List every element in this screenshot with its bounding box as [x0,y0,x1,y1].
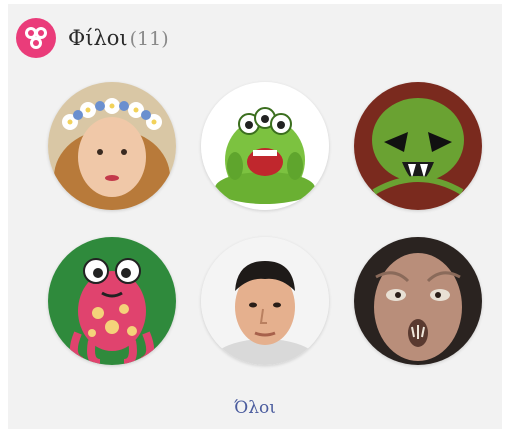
title-text: Φίλοι [68,26,128,50]
friend-avatar-2[interactable] [201,82,329,210]
friend-avatar-5[interactable] [201,237,329,365]
friend-avatar-1[interactable] [48,82,176,210]
friends-count: (11) [129,28,169,50]
friend-avatar-4[interactable] [48,237,176,365]
friend-avatar-3[interactable] [354,82,482,210]
all-friends-link[interactable]: Όλοι [8,398,502,418]
friends-panel: Φίλοι (11) Όλοι [8,4,502,429]
page-title: Φίλοι (11) [68,26,169,50]
friends-icon [16,18,56,58]
friend-avatar-6[interactable] [354,237,482,365]
friends-header: Φίλοι (11) [16,16,169,60]
